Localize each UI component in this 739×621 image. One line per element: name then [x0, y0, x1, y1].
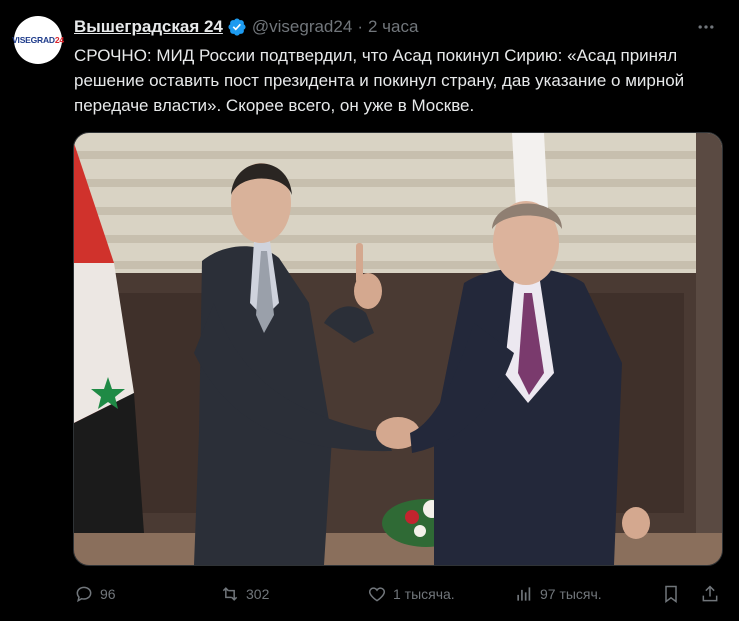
- separator-dot: ·: [357, 17, 363, 36]
- like-count: 1 тысяча.: [393, 586, 455, 602]
- views-icon: [517, 587, 531, 601]
- repost-button[interactable]: 302: [220, 580, 269, 608]
- tweet-photo[interactable]: [73, 132, 723, 566]
- author-name[interactable]: Вышеградская 24: [74, 17, 223, 37]
- avatar-logo: VISEGRAD24: [12, 35, 64, 45]
- repost-icon: [222, 587, 238, 601]
- reply-icon: [76, 586, 92, 603]
- more-options-button[interactable]: [695, 16, 717, 38]
- share-icon: [702, 585, 718, 602]
- more-icon: [698, 25, 714, 29]
- photo-image: [74, 133, 722, 565]
- views-count: 97 тысяч.: [540, 586, 602, 602]
- heart-icon: [368, 587, 386, 602]
- action-bar: 96 302 1 тысяча. 97 тысяч.: [74, 580, 724, 608]
- tweet-text: СРОЧНО: МИД России подтвердил, что Асад …: [74, 46, 685, 115]
- bookmark-icon: [665, 585, 677, 603]
- views-button[interactable]: 97 тысяч.: [514, 580, 602, 608]
- repost-count: 302: [246, 586, 270, 602]
- avatar[interactable]: VISEGRAD24: [12, 16, 64, 64]
- bookmark-button[interactable]: [661, 580, 681, 608]
- share-button[interactable]: [700, 580, 720, 608]
- reply-count: 96: [100, 586, 116, 602]
- author-handle[interactable]: @visegrad24: [252, 17, 352, 37]
- like-button[interactable]: 1 тысяча.: [367, 580, 455, 608]
- tweet-header: Вышеградская 24 @visegrad24 · 2 часа: [74, 15, 418, 39]
- timestamp[interactable]: 2 часа: [368, 17, 418, 37]
- reply-button[interactable]: 96: [74, 580, 116, 608]
- verified-badge-icon: [228, 18, 246, 36]
